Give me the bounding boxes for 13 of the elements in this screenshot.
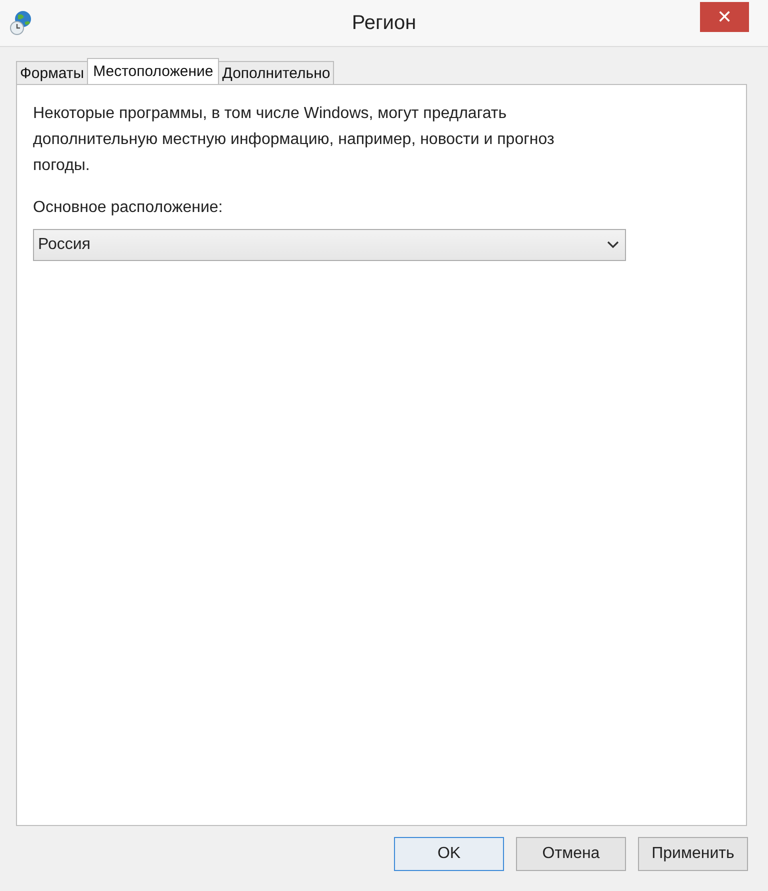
description-text: Некоторые программы, в том числе Windows, могут предлагать дополнительную местную информацию, например, новости и прогноз погоды. bbox=[33, 104, 556, 176]
window-title: Регион bbox=[352, 12, 416, 35]
close-button[interactable]: ✕ bbox=[700, 2, 749, 32]
tab[interactable]: Форматы bbox=[16, 61, 88, 84]
location-label: Основное расположение: bbox=[33, 199, 224, 217]
tab[interactable]: Дополнительно bbox=[218, 61, 334, 84]
location-dropdown[interactable]: Россия bbox=[33, 229, 626, 261]
dialog-button[interactable]: Отмена bbox=[516, 837, 626, 871]
dialog-button[interactable]: Применить bbox=[638, 837, 748, 871]
tab[interactable]: Местоположение bbox=[87, 58, 220, 84]
globe-clock-icon bbox=[9, 10, 33, 36]
dialog-button[interactable]: OK bbox=[394, 837, 504, 871]
chevron-down-icon bbox=[607, 241, 619, 249]
